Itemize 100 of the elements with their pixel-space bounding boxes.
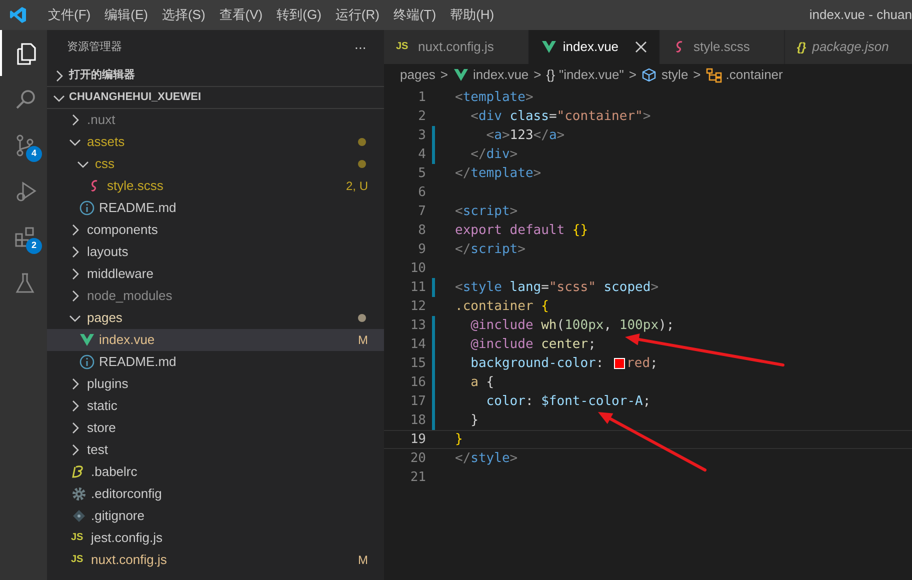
line-number: 7 [417, 202, 426, 221]
file-tree-item[interactable]: .gitignore [47, 505, 384, 527]
code-token: > [533, 164, 542, 183]
code-token: @include [470, 316, 534, 335]
line-number: 1 [417, 88, 426, 107]
file-tree-item[interactable]: .editorconfig [47, 483, 384, 505]
code-token: ; [650, 354, 658, 373]
breadcrumb-item[interactable]: .container [706, 65, 783, 85]
line-number: 6 [417, 184, 426, 202]
menu-item[interactable]: 转到(G) [270, 5, 328, 25]
line-number: 5 [417, 164, 426, 183]
code-token: = [548, 108, 557, 126]
menu-item[interactable]: 运行(R) [328, 5, 386, 25]
file-tree-item[interactable]: plugins [47, 373, 384, 395]
file-tree-item[interactable]: README.md [47, 197, 384, 219]
window-title: index.vue - chuan [809, 6, 912, 24]
code-token: < [455, 202, 463, 221]
menu-item[interactable]: 查看(V) [212, 5, 270, 25]
code-token: div [478, 108, 502, 126]
code-token: center [540, 336, 588, 354]
code-token: < [470, 108, 478, 126]
breadcrumb-separator: > [693, 66, 701, 84]
menu-item[interactable]: 文件(F) [41, 5, 98, 25]
file-tree-item[interactable]: pages [47, 307, 384, 329]
code-token: red [626, 354, 650, 373]
code-token: 100px [619, 316, 659, 335]
code-token: 123 [510, 126, 534, 145]
breadcrumb-item[interactable]: pages [400, 65, 436, 85]
line-number: 21 [409, 468, 426, 487]
code-token: style [462, 278, 502, 297]
extensions-icon [12, 225, 36, 249]
code-token: , [604, 316, 613, 335]
sidebar-title: 资源管理器 [67, 40, 122, 56]
file-tree-item[interactable]: test [47, 439, 384, 461]
line-number: 2 [417, 108, 426, 126]
code-token: < [455, 88, 463, 107]
editor-tab[interactable]: style.scss [660, 30, 785, 64]
code-token: ); [658, 316, 674, 335]
file-tree-item[interactable]: .nuxt [47, 109, 384, 131]
breadcrumb-separator: > [440, 66, 448, 84]
breadcrumb-item[interactable]: style [641, 65, 688, 85]
code-token: > [642, 108, 651, 126]
code-token: wh [540, 316, 557, 335]
close-icon [632, 39, 649, 55]
file-tree-item[interactable]: README.md [47, 351, 384, 373]
editor-tab[interactable]: JS nuxt.config.js [384, 30, 529, 64]
file-tree-item[interactable]: middleware [47, 263, 384, 285]
file-tree-item[interactable]: components [47, 219, 384, 241]
git-status-label: M [358, 552, 368, 569]
section-header[interactable]: CHUANGHEHUI_XUEWEI [47, 87, 384, 109]
breadcrumb-separator: > [534, 66, 542, 84]
menu-item[interactable]: 帮助(H) [443, 5, 502, 25]
more-actions-button[interactable]: ··· [354, 37, 366, 58]
breadcrumb-item[interactable]: {} "index.vue" [546, 65, 624, 85]
activity-bar-button[interactable]: 4 [0, 122, 47, 168]
code-token: scoped [602, 278, 651, 297]
flask-icon [12, 271, 36, 295]
info-icon [79, 354, 95, 370]
code-token: > [556, 126, 565, 145]
file-tree-item[interactable]: index.vue M [47, 329, 384, 351]
file-tree-item[interactable]: assets [47, 131, 384, 153]
activity-bar-button[interactable]: 2 [0, 214, 47, 260]
code-token: a [548, 126, 557, 145]
braces-icon: {} [546, 65, 555, 85]
breadcrumb-item[interactable]: index.vue [453, 65, 529, 85]
section-header[interactable]: 打开的编辑器 [47, 65, 384, 87]
code-token: > [518, 240, 526, 259]
code-token: { [540, 298, 549, 316]
menu-item[interactable]: 选择(S) [154, 5, 212, 25]
file-tree-item[interactable]: JS jest.config.js [47, 527, 384, 549]
editor-tab[interactable]: index.vue [528, 30, 660, 64]
file-tree-item[interactable]: JS nuxt.config.js M [47, 549, 384, 571]
code-token: script [462, 202, 510, 221]
file-tree-item[interactable]: style.scss 2, U [47, 175, 384, 197]
code-token: </ [455, 240, 471, 259]
file-tree-item[interactable]: layouts [47, 241, 384, 263]
line-number: 13 [409, 316, 426, 335]
code-token: div [486, 146, 510, 164]
line-number: 11 [409, 278, 426, 297]
file-tree-item[interactable]: node_modules [47, 285, 384, 307]
code-token: </ [455, 164, 471, 183]
menu-item[interactable]: 编辑(E) [98, 5, 155, 25]
gear-icon [71, 486, 87, 502]
js-file-icon: JS [396, 42, 412, 52]
menu-item[interactable]: 终端(T) [386, 5, 444, 25]
code-token: background-color [470, 354, 596, 373]
file-tree-item[interactable]: store [47, 417, 384, 439]
code-token: </ [533, 126, 549, 145]
file-tree-item[interactable]: .babelrc [47, 461, 384, 483]
js-file-icon: JS [71, 533, 87, 543]
code-token: > [510, 450, 518, 468]
braces-icon: {} [796, 41, 806, 53]
code-token: ( [556, 316, 565, 335]
file-tree-item[interactable]: static [47, 395, 384, 417]
code-token: > [650, 278, 659, 297]
code-token: ; [588, 336, 596, 354]
code-token: export default [455, 222, 565, 240]
file-tree-item[interactable]: css [47, 153, 384, 175]
editor-tab[interactable]: {} package.json [784, 30, 912, 64]
code-token: "scss" [548, 278, 596, 297]
